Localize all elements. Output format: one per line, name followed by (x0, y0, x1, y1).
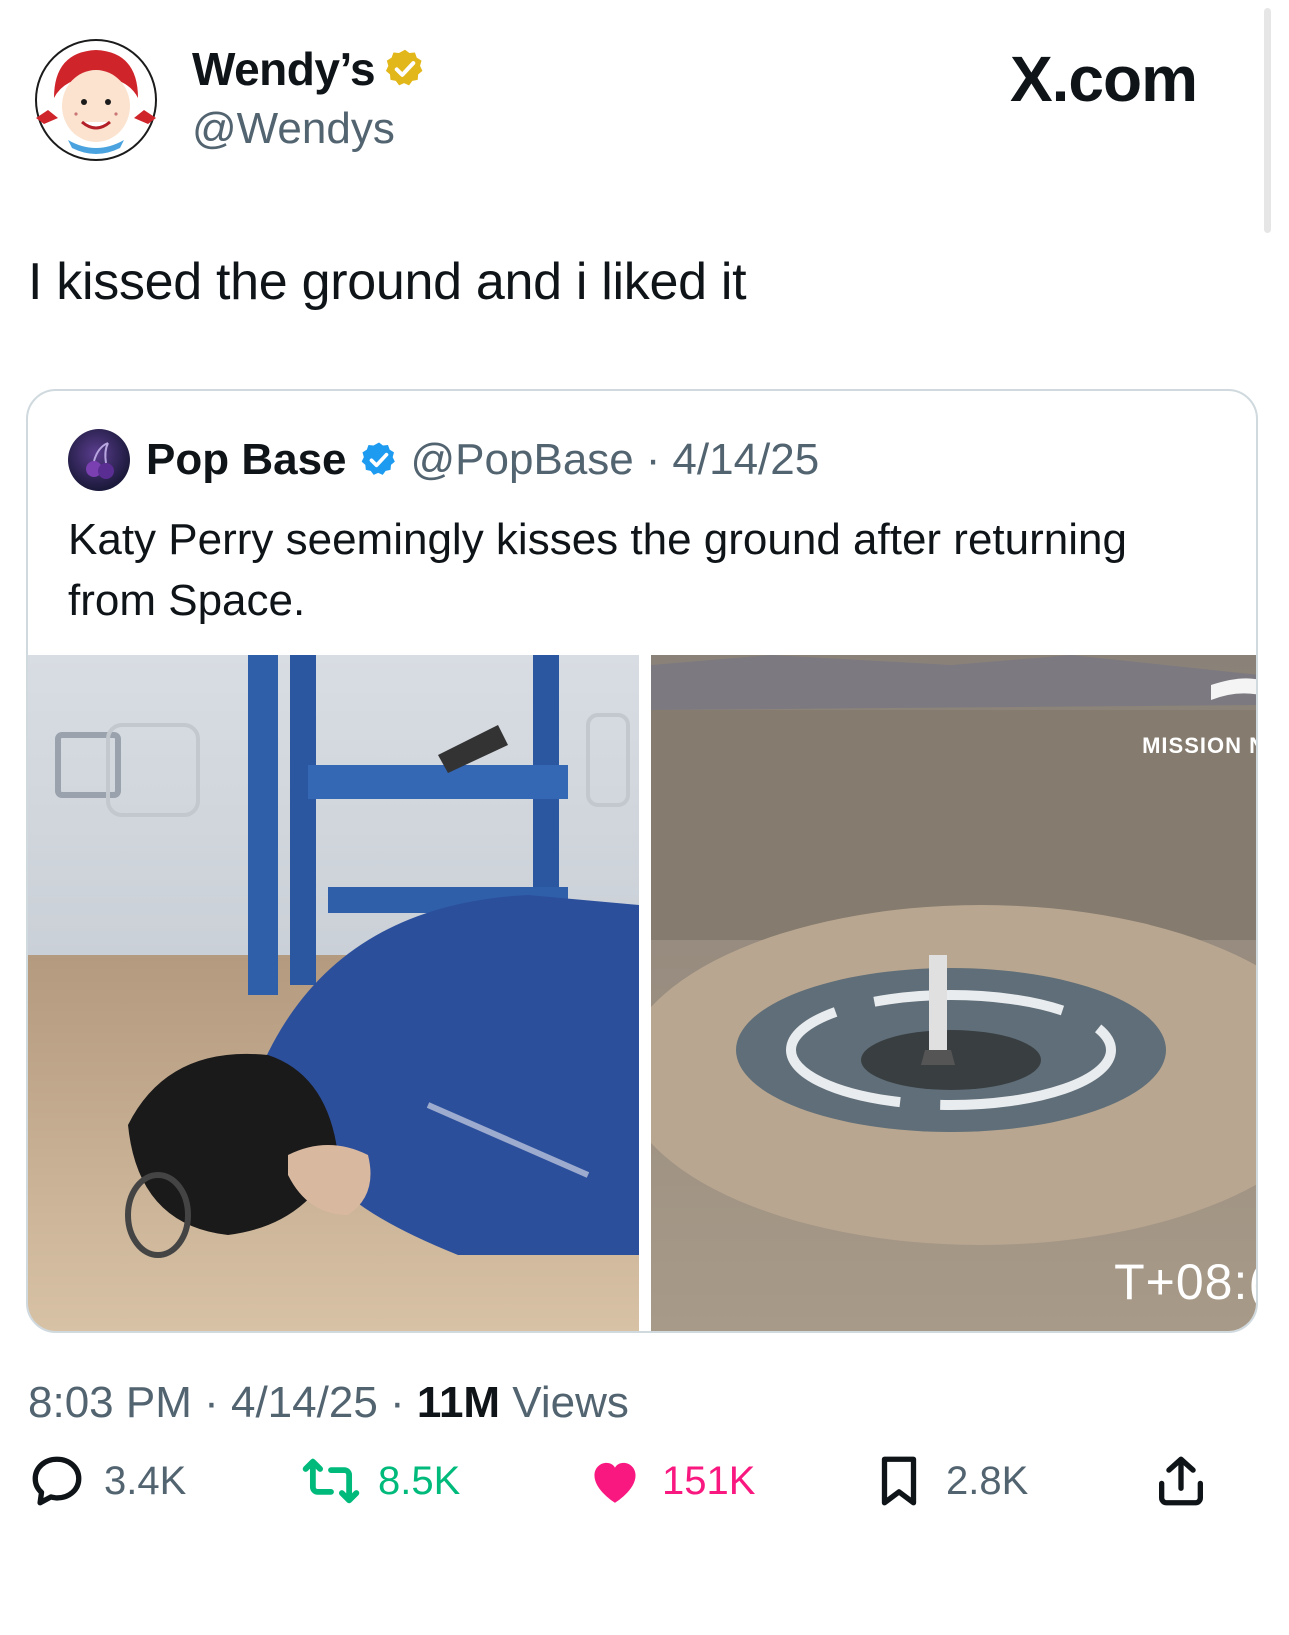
wendys-avatar[interactable] (34, 38, 158, 162)
photo-katy-kissing-ground[interactable] (28, 655, 639, 1331)
tweet-date[interactable]: 4/14/25 (231, 1378, 378, 1427)
bookmark-count: 2.8K (946, 1458, 1029, 1503)
repost-count: 8.5K (378, 1458, 461, 1503)
quoted-date[interactable]: 4/14/25 (672, 435, 819, 485)
share-button[interactable] (1152, 1452, 1210, 1510)
photo-rocket-landing-pad[interactable]: MISSION N T+08:( (651, 655, 1258, 1331)
meta-separator: · (377, 1378, 417, 1427)
tweet-meta: 8:03 PM · 4/14/25 · 11M Views (28, 1378, 629, 1428)
time-overlay: T+08:( (1114, 1254, 1258, 1310)
repost-icon (302, 1458, 360, 1504)
action-bar: 3.4K 8.5K 151K 2.8K (0, 1452, 1289, 1522)
views-count: 11M (416, 1378, 501, 1427)
views-label: Views (500, 1378, 629, 1427)
reply-icon (32, 1456, 82, 1506)
author-name[interactable]: Wendy’s (192, 42, 376, 96)
reply-count: 3.4K (104, 1458, 187, 1503)
popbase-avatar[interactable] (68, 429, 130, 491)
quoted-text: Katy Perry seemingly kisses the ground a… (68, 515, 1127, 625)
quoted-handle[interactable]: @PopBase (411, 435, 634, 485)
quoted-tweet[interactable]: Pop Base @PopBase · 4/14/25 Katy Perry s… (26, 389, 1258, 1333)
reply-button[interactable]: 3.4K (28, 1452, 186, 1510)
brand-watermark: X.com (1009, 43, 1198, 115)
share-icon (1159, 1456, 1203, 1506)
cherry-icon (86, 442, 114, 479)
bookmark-icon (881, 1456, 917, 1506)
mission-overlay: MISSION N (1142, 733, 1258, 758)
meta-separator: · (191, 1378, 231, 1427)
author-handle[interactable]: @Wendys (192, 104, 395, 154)
verified-blue-badge-icon (361, 442, 395, 475)
like-count: 151K (662, 1458, 756, 1503)
photo-left-illustration (28, 655, 639, 1331)
repost-button[interactable]: 8.5K (302, 1452, 460, 1510)
quoted-author-name[interactable]: Pop Base (146, 435, 347, 485)
tweet-time[interactable]: 8:03 PM (28, 1378, 192, 1427)
tweet-text: I kissed the ground and i liked it (28, 253, 747, 311)
scrollbar[interactable] (1264, 8, 1271, 233)
heart-icon (594, 1462, 636, 1503)
verified-gold-badge-icon (386, 49, 423, 86)
meta-separator: · (645, 435, 661, 484)
like-button[interactable]: 151K (586, 1452, 755, 1510)
bookmark-button[interactable]: 2.8K (870, 1452, 1028, 1510)
